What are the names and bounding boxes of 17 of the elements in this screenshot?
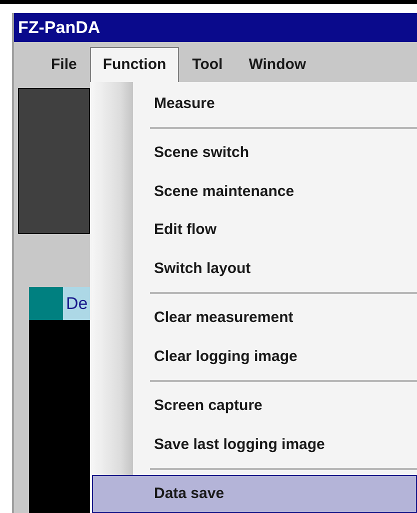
menu-item[interactable]: Tool (179, 47, 236, 82)
menu-entry[interactable]: Scene switch (92, 134, 417, 172)
menu-entry[interactable]: Save last logging image (92, 425, 417, 464)
menu-entry[interactable]: Measure (92, 84, 417, 122)
menu-item[interactable]: Window (236, 47, 320, 82)
menu-entry[interactable]: Clear measurement (92, 298, 417, 337)
menu-entry[interactable]: Screen capture (92, 386, 417, 425)
menu-entry[interactable]: Data save (92, 474, 417, 513)
menu-entry[interactable]: Scene maintenance (92, 172, 417, 210)
menu-item[interactable]: Function (90, 47, 180, 82)
tab-marker (29, 287, 63, 320)
menu-item[interactable]: File (38, 47, 90, 82)
menu-entry[interactable]: Switch layout (92, 249, 417, 288)
window-title: FZ-PanDA (14, 13, 417, 42)
menu-entry[interactable]: Clear logging image (92, 337, 417, 376)
panel-tab[interactable]: De (63, 287, 90, 320)
menu-entry[interactable]: Edit flow (92, 210, 417, 249)
